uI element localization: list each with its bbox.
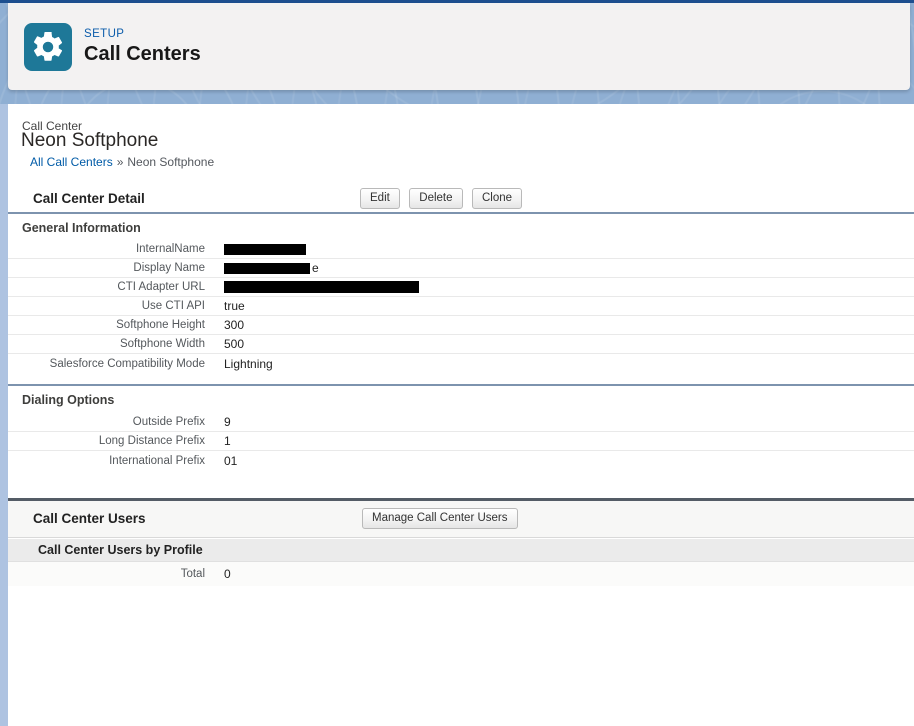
field-label: Use CTI API (8, 300, 205, 312)
field-row-cti-adapter-url: CTI Adapter URL (8, 278, 914, 297)
main-content: Call Center Neon Softphone All Call Cent… (8, 104, 914, 726)
field-row-internalname: InternalName (8, 240, 914, 259)
users-section-title: Call Center Users (33, 511, 146, 526)
field-row-outside-prefix: Outside Prefix 9 (8, 413, 914, 432)
users-section-header: Call Center Users Manage Call Center Use… (8, 501, 914, 538)
general-information-heading: General Information (22, 221, 141, 235)
field-value: Lightning (224, 357, 273, 371)
redacted-value (224, 281, 419, 293)
field-row-use-cti-api: Use CTI API true (8, 297, 914, 316)
general-information-rows: InternalName Display Name e CTI Adapter … (8, 240, 914, 373)
field-row-softphone-height: Softphone Height 300 (8, 316, 914, 335)
delete-button[interactable]: Delete (409, 188, 462, 209)
gear-icon (24, 23, 72, 71)
field-row-international-prefix: International Prefix 01 (8, 451, 914, 470)
field-row-long-distance-prefix: Long Distance Prefix 1 (8, 432, 914, 451)
record-title: Neon Softphone (21, 130, 158, 152)
field-label: CTI Adapter URL (8, 281, 205, 293)
users-by-profile-subheader: Call Center Users by Profile (8, 539, 914, 562)
page: SETUP Call Centers Call Center Neon Soft… (0, 0, 914, 726)
left-margin-strip (0, 104, 8, 726)
field-label: International Prefix (8, 455, 205, 467)
manage-call-center-users-button[interactable]: Manage Call Center Users (362, 508, 518, 529)
field-label: Softphone Height (8, 319, 205, 331)
field-value: e (312, 261, 319, 275)
field-label: InternalName (8, 243, 205, 255)
detail-section-title: Call Center Detail (33, 191, 145, 206)
section-divider (8, 384, 914, 386)
field-value: 1 (224, 434, 231, 448)
edit-button[interactable]: Edit (360, 188, 400, 209)
breadcrumb: All Call Centers »Neon Softphone (30, 155, 214, 169)
total-value: 0 (224, 567, 231, 581)
redacted-value (224, 244, 306, 255)
page-title: Call Centers (84, 43, 201, 66)
users-by-profile-label: Call Center Users by Profile (38, 543, 203, 557)
field-value: 01 (224, 454, 237, 468)
field-value: true (224, 299, 245, 313)
field-value: 9 (224, 415, 231, 429)
users-total-row: Total 0 (8, 562, 914, 586)
redacted-value (224, 263, 310, 274)
field-row-compatibility-mode: Salesforce Compatibility Mode Lightning (8, 354, 914, 373)
field-label: Long Distance Prefix (8, 435, 205, 447)
dialing-options-heading: Dialing Options (22, 393, 114, 407)
breadcrumb-all-call-centers-link[interactable]: All Call Centers (30, 155, 113, 169)
detail-section-header: Call Center Detail Edit Delete Clone (8, 186, 914, 212)
setup-eyebrow: SETUP (84, 28, 201, 40)
section-divider (8, 212, 914, 214)
field-label: Display Name (8, 262, 205, 274)
field-row-softphone-width: Softphone Width 500 (8, 335, 914, 354)
field-label: Salesforce Compatibility Mode (8, 358, 205, 370)
clone-button[interactable]: Clone (472, 188, 522, 209)
breadcrumb-current: Neon Softphone (127, 155, 214, 169)
field-label: Outside Prefix (8, 416, 205, 428)
field-value: 500 (224, 337, 244, 351)
setup-header: SETUP Call Centers (8, 3, 910, 90)
dialing-options-rows: Outside Prefix 9 Long Distance Prefix 1 … (8, 413, 914, 470)
field-row-display-name: Display Name e (8, 259, 914, 278)
field-label: Softphone Width (8, 338, 205, 350)
breadcrumb-separator: » (117, 155, 124, 169)
field-value: 300 (224, 318, 244, 332)
total-label: Total (8, 568, 205, 580)
